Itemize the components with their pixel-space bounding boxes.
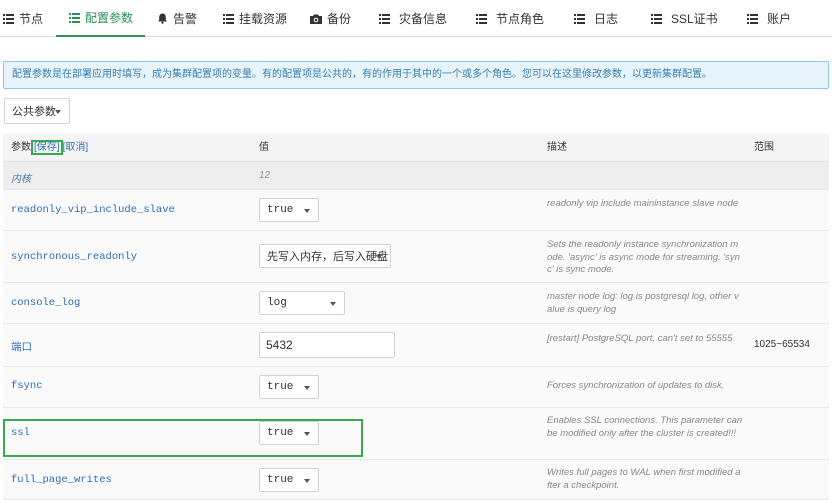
caret-down-icon — [55, 110, 61, 114]
table-row: synchronous_readonly 先写入内存，后写入硬盘 Sets th… — [3, 231, 829, 283]
value-select[interactable]: true — [259, 375, 319, 399]
param-range: 1025~65534 — [754, 339, 810, 350]
param-name: full_page_writes — [11, 474, 112, 486]
tab-config-params[interactable]: 配置参数 — [56, 0, 146, 37]
param-desc: Sets the readonly instance synchronizati… — [547, 239, 740, 275]
tab-label: 挂载资源 — [239, 12, 288, 26]
caret-down-icon — [376, 255, 382, 259]
tab-mounted-resources[interactable]: 挂载资源 — [222, 0, 287, 37]
top-nav: 节点 配置参数 告警 挂载资源 备份 灾备信息 节点角色 日志 SSL证书 账户 — [0, 0, 832, 37]
tab-ssl-certificates[interactable]: SSL证书 — [650, 0, 718, 37]
table-row: ssl true Enables SSL connections. This p… — [3, 408, 829, 460]
group-row: 内核 12 — [3, 162, 829, 190]
table-row: fsync true Forces synchronization of upd… — [3, 367, 829, 408]
tab-logs[interactable]: 日志 — [573, 0, 618, 37]
value-select[interactable]: log — [259, 291, 345, 315]
select-value: true — [267, 427, 294, 439]
value-select[interactable]: true — [259, 198, 319, 222]
tab-label: 备份 — [327, 12, 352, 26]
select-value: 先写入内存，后写入硬盘 — [267, 251, 388, 263]
param-name: synchronous_readonly — [11, 251, 138, 263]
param-scope-select[interactable]: 公共参数 — [4, 98, 70, 124]
caret-down-icon — [304, 432, 310, 436]
list-icon — [2, 13, 14, 25]
value-select[interactable]: 先写入内存，后写入硬盘 — [259, 244, 391, 268]
tab-label: 账户 — [767, 12, 792, 26]
table-row: readonly_vip_include_slave true readonly… — [3, 190, 829, 231]
bell-icon — [156, 13, 168, 25]
table-row: 端口 [restart] PostgreSQL port, can't set … — [3, 324, 829, 367]
table-header: 参数 [保存] [取消] 值 描述 范围 — [3, 134, 829, 162]
camera-icon — [310, 13, 322, 25]
param-desc: readonly vip include maininstance slave … — [547, 198, 739, 209]
port-input[interactable] — [259, 332, 395, 358]
header-desc: 描述 — [547, 142, 567, 153]
tab-label: 节点角色 — [496, 12, 545, 26]
list-icon — [222, 13, 234, 25]
list-icon — [746, 13, 758, 25]
param-desc: Enables SSL connections. This parameter … — [547, 415, 743, 439]
caret-down-icon — [330, 302, 336, 306]
header-range: 范围 — [754, 142, 774, 153]
select-value: 公共参数 — [12, 106, 56, 118]
list-icon — [573, 13, 585, 25]
tab-label: 配置参数 — [85, 11, 134, 25]
param-name: readonly_vip_include_slave — [11, 204, 175, 216]
tab-label: SSL证书 — [671, 12, 718, 26]
select-value: true — [267, 204, 294, 216]
caret-down-icon — [304, 386, 310, 390]
tab-alarms[interactable]: 告警 — [156, 0, 197, 37]
save-button[interactable]: [保存] — [31, 140, 63, 155]
list-icon — [475, 13, 487, 25]
header-param-label: 参数 — [11, 142, 31, 153]
tab-accounts[interactable]: 账户 — [746, 0, 791, 37]
value-select[interactable]: true — [259, 468, 319, 492]
list-icon — [378, 13, 390, 25]
table-row: full_page_writes true Writes full pages … — [3, 460, 829, 500]
param-name: ssl — [11, 427, 30, 439]
tab-label: 节点 — [19, 12, 44, 26]
select-value: log — [267, 297, 287, 309]
table-row: console_log log master node log: log is … — [3, 283, 829, 324]
header-param: 参数 [保存] [取消] — [11, 134, 88, 162]
group-value: 12 — [259, 170, 271, 181]
param-name: 端口 — [11, 341, 32, 353]
cancel-button[interactable]: [取消] — [63, 142, 89, 153]
param-name: console_log — [11, 297, 81, 309]
tab-backup[interactable]: 备份 — [310, 0, 351, 37]
group-label: 内核 — [11, 174, 31, 185]
caret-down-icon — [304, 209, 310, 213]
list-icon — [68, 12, 80, 24]
select-value: true — [267, 381, 294, 393]
value-select[interactable]: true — [259, 421, 319, 445]
tab-node-roles[interactable]: 节点角色 — [475, 0, 544, 37]
param-desc: [restart] PostgreSQL port, can't set to … — [547, 333, 733, 344]
param-desc: Forces synchronization of updates to dis… — [547, 380, 725, 391]
header-value: 值 — [259, 142, 269, 153]
tab-label: 告警 — [173, 12, 198, 26]
param-desc: Writes full pages to WAL when first modi… — [547, 467, 741, 491]
select-value: true — [267, 474, 294, 486]
info-banner: 配置参数是在部署应用时填写，成为集群配置项的变量。有的配置项是公共的，有的作用于… — [3, 61, 829, 89]
param-desc: master node log: log is postgresql log, … — [547, 291, 739, 315]
tab-disaster-recovery[interactable]: 灾备信息 — [378, 0, 447, 37]
tab-nodes[interactable]: 节点 — [2, 0, 43, 37]
tab-label: 日志 — [594, 12, 619, 26]
param-name: fsync — [11, 380, 43, 392]
caret-down-icon — [304, 479, 310, 483]
list-icon — [650, 13, 662, 25]
tab-label: 灾备信息 — [399, 12, 448, 26]
